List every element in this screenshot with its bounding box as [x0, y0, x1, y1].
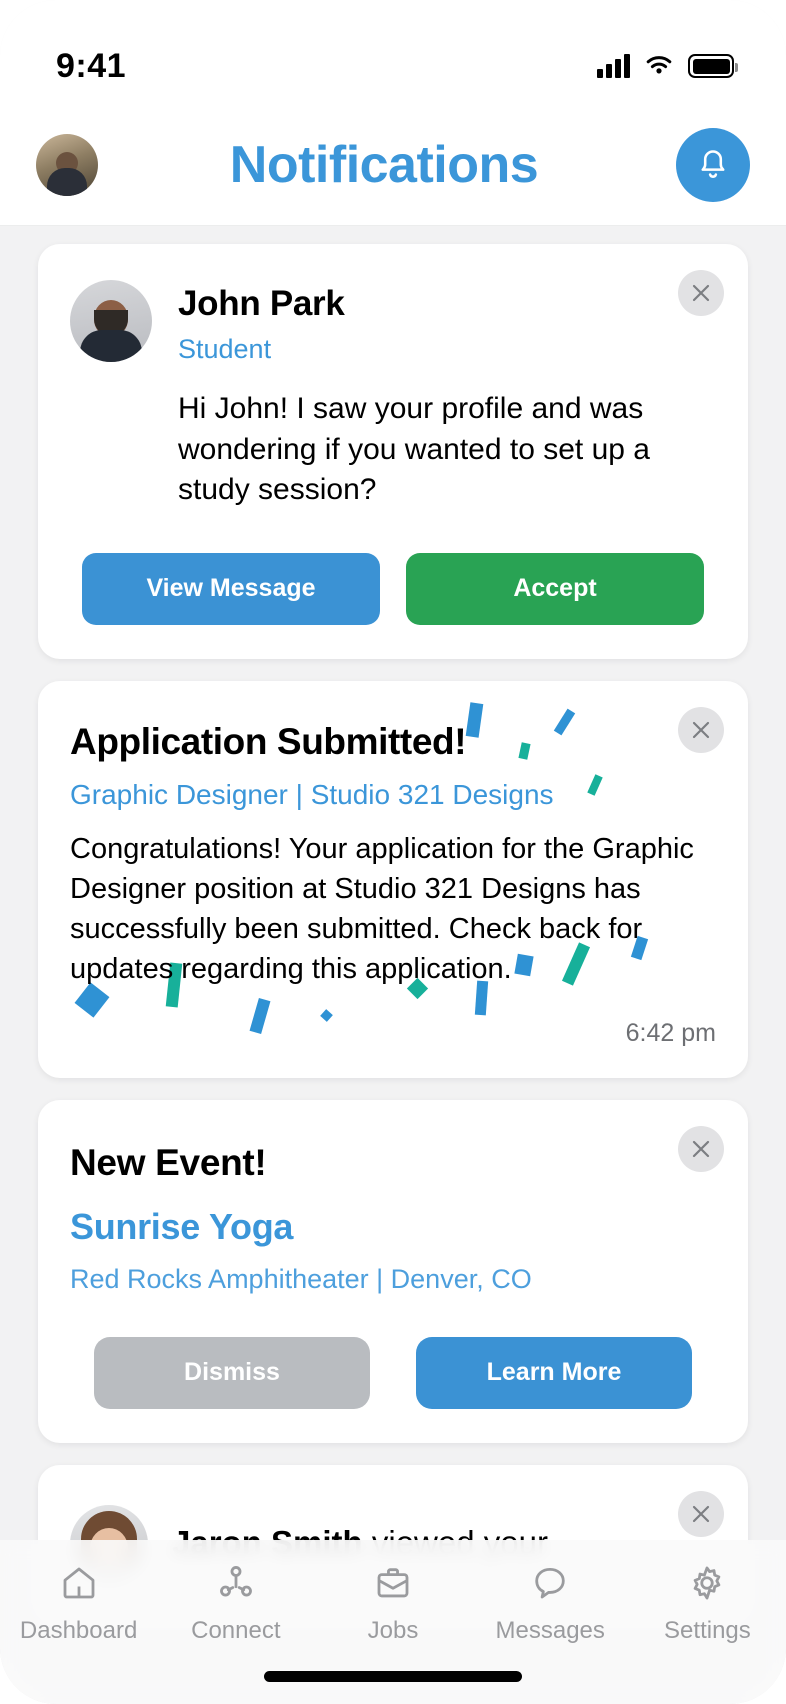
- close-button[interactable]: [678, 1490, 724, 1537]
- status-time: 9:41: [56, 46, 127, 85]
- sender-role: Student: [178, 334, 272, 364]
- event-location: Red Rocks Amphitheater | Denver, CO: [70, 1263, 532, 1294]
- application-title: Application Submitted!: [70, 720, 467, 762]
- home-indicator[interactable]: [264, 1671, 522, 1682]
- chat-bubble-icon: [535, 1567, 565, 1599]
- wifi-icon: [646, 56, 672, 74]
- battery-full-icon: [688, 54, 738, 78]
- phone-screen: 9:41 Notifications John Park Student Hi …: [0, 0, 786, 1704]
- close-icon: [692, 284, 710, 302]
- tab-settings[interactable]: Settings: [629, 1562, 786, 1645]
- message-actions: View Message Accept: [70, 552, 716, 625]
- tab-dashboard[interactable]: Dashboard: [0, 1562, 157, 1645]
- view-message-button[interactable]: View Message: [82, 552, 380, 625]
- nav-bar: Notifications: [0, 104, 786, 226]
- tab-messages[interactable]: Messages: [472, 1562, 629, 1645]
- dismiss-button[interactable]: Dismiss: [94, 1336, 370, 1409]
- close-icon: [692, 1140, 710, 1157]
- close-icon: [692, 1505, 710, 1522]
- cellular-signal-icon: [597, 54, 630, 78]
- event-actions: Dismiss Learn More: [70, 1336, 716, 1409]
- sender-name: John Park: [178, 284, 345, 323]
- application-subtitle: Graphic Designer | Studio 321 Designs: [70, 778, 554, 810]
- message-header: John Park Student: [70, 280, 716, 365]
- bell-icon: [701, 149, 725, 178]
- event-name: Sunrise Yoga: [70, 1205, 294, 1247]
- application-body: Congratulations! Your application for th…: [70, 832, 694, 985]
- avatar: [70, 280, 152, 362]
- page-title: Notifications: [229, 135, 539, 194]
- event-title: New Event!: [70, 1141, 267, 1183]
- status-bar: 9:41: [0, 0, 786, 104]
- avatar[interactable]: [36, 133, 98, 196]
- accept-button[interactable]: Accept: [406, 552, 704, 625]
- tab-connect[interactable]: Connect: [157, 1562, 314, 1645]
- gear-icon: [694, 1566, 721, 1600]
- tab-label: Connect: [191, 1617, 281, 1644]
- tab-label: Dashboard: [19, 1617, 138, 1644]
- tab-label: Settings: [664, 1617, 751, 1644]
- notification-card-event[interactable]: New Event! Sunrise Yoga Red Rocks Amphit…: [38, 1099, 748, 1443]
- learn-more-button[interactable]: Learn More: [416, 1336, 692, 1409]
- notifications-bell-button[interactable]: [676, 127, 750, 202]
- network-icon: [219, 1566, 252, 1597]
- tab-label: Jobs: [367, 1617, 419, 1644]
- close-button[interactable]: [678, 1125, 724, 1172]
- status-icons: [597, 54, 738, 78]
- tab-jobs[interactable]: Jobs: [314, 1562, 471, 1645]
- briefcase-icon: [377, 1568, 409, 1598]
- tab-label: Messages: [495, 1617, 605, 1644]
- close-icon: [692, 721, 710, 738]
- notifications-feed[interactable]: John Park Student Hi John! I saw your pr…: [0, 226, 786, 1704]
- message-body: Hi John! I saw your profile and was wond…: [178, 392, 650, 506]
- message-meta: John Park Student: [178, 280, 345, 365]
- close-button[interactable]: [678, 706, 724, 753]
- timestamp: 6:42 pm: [625, 1018, 716, 1047]
- notification-card-message[interactable]: John Park Student Hi John! I saw your pr…: [38, 244, 748, 659]
- home-icon: [63, 1567, 94, 1599]
- close-button[interactable]: [678, 270, 724, 316]
- notification-card-application[interactable]: Application Submitted! Graphic Designer …: [38, 680, 748, 1078]
